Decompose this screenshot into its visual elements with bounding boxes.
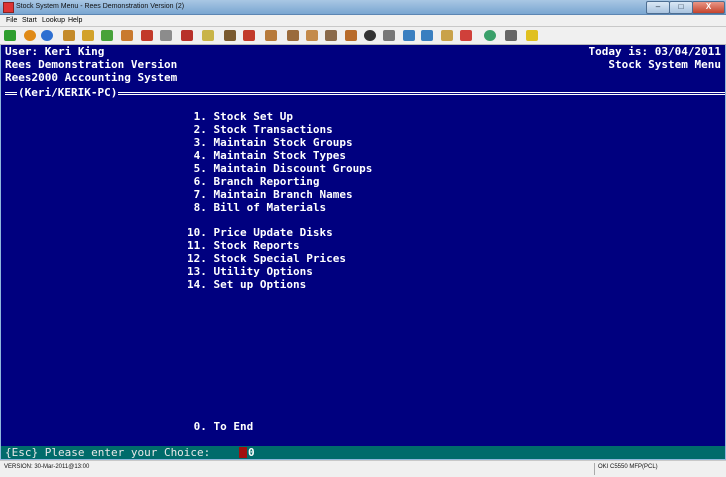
menu-option-3[interactable]: 3. Maintain Stock Groups: [187, 136, 353, 149]
version-label: Rees Demonstration Version: [5, 58, 178, 71]
menu-start[interactable]: Start: [22, 15, 37, 26]
session-label: (Keri/KERIK-PC): [17, 86, 119, 99]
window-title-bar[interactable]: Stock System Menu - Rees Demonstration V…: [0, 0, 726, 15]
menu-option-11[interactable]: 11. Stock Reports: [187, 239, 300, 252]
globe-icon[interactable]: [484, 30, 496, 41]
menu-option-2[interactable]: 2. Stock Transactions: [187, 123, 333, 136]
choice-prompt[interactable]: {Esc} Please enter your Choice: 0: [1, 446, 725, 459]
info-icon[interactable]: [41, 30, 53, 41]
version-status: VERSION: 30-Mar-2011@13:00: [4, 464, 90, 470]
disc-icon[interactable]: [364, 30, 376, 41]
menu-lookup[interactable]: Lookup: [42, 15, 65, 26]
menu-title: Stock System Menu: [608, 58, 721, 71]
menu-option-4[interactable]: 4. Maintain Stock Types: [187, 149, 346, 162]
person-stop-icon[interactable]: [141, 30, 153, 41]
date-label: Today is: 03/04/2011: [588, 45, 721, 58]
leaf-icon[interactable]: [101, 30, 113, 41]
window-title: Stock System Menu - Rees Demonstration V…: [16, 3, 185, 10]
prompt-label: {Esc} Please enter your Choice:: [5, 446, 211, 459]
menu-option-8[interactable]: 8. Bill of Materials: [187, 201, 326, 214]
pencil-icon[interactable]: [82, 30, 94, 41]
text-cursor: [239, 447, 247, 458]
terminal-screen: User: Keri King Today is: 03/04/2011 Ree…: [1, 45, 725, 446]
printer-icon[interactable]: [505, 30, 517, 41]
menu-option-1[interactable]: 1. Stock Set Up: [187, 110, 293, 123]
box-icon[interactable]: [265, 30, 277, 41]
pen-icon[interactable]: [526, 30, 538, 41]
tag-icon[interactable]: [345, 30, 357, 41]
help-icon[interactable]: [24, 30, 36, 41]
printer-status: OKI C5550 MFP(PCL): [598, 464, 658, 470]
minimize-button[interactable]: –: [646, 1, 670, 14]
back-arrow-icon[interactable]: [4, 30, 16, 41]
toolbar: [0, 27, 726, 45]
menu-bar: File Start Lookup Help: [0, 15, 726, 27]
menu-option-14[interactable]: 14. Set up Options: [187, 278, 306, 291]
calendar-icon[interactable]: [63, 30, 75, 41]
close-button[interactable]: X: [692, 1, 725, 14]
wrench-icon[interactable]: [383, 30, 395, 41]
menu-option-12[interactable]: 12. Stock Special Prices: [187, 252, 346, 265]
delivery-icon[interactable]: [287, 30, 299, 41]
menu-option-5[interactable]: 5. Maintain Discount Groups: [187, 162, 373, 175]
menu-file[interactable]: File: [6, 15, 17, 26]
paper-search-icon[interactable]: [160, 30, 172, 41]
menu-option-7[interactable]: 7. Maintain Branch Names: [187, 188, 353, 201]
menu-option-13[interactable]: 13. Utility Options: [187, 265, 313, 278]
menu-option-10[interactable]: 10. Price Update Disks: [187, 226, 333, 239]
document-icon[interactable]: [202, 30, 214, 41]
status-separator: [594, 463, 595, 475]
chart-icon[interactable]: [403, 30, 415, 41]
app-icon: [3, 2, 14, 13]
maximize-button[interactable]: □: [669, 1, 693, 14]
status-bar: VERSION: 30-Mar-2011@13:00 OKI C5550 MFP…: [0, 460, 726, 477]
filter-icon[interactable]: [421, 30, 433, 41]
parcel-icon[interactable]: [306, 30, 318, 41]
people-icon[interactable]: [224, 30, 236, 41]
menu-option-6[interactable]: 6. Branch Reporting: [187, 175, 320, 188]
user-label: User: Keri King: [5, 45, 105, 58]
menu-help[interactable]: Help: [68, 15, 82, 26]
truck-icon[interactable]: [243, 30, 255, 41]
menu-option-0[interactable]: 0. To End: [187, 420, 254, 433]
phone-icon[interactable]: [460, 30, 472, 41]
broom-icon[interactable]: [441, 30, 453, 41]
person-icon[interactable]: [121, 30, 133, 41]
system-name: Rees2000 Accounting System: [5, 71, 178, 84]
book-icon[interactable]: [181, 30, 193, 41]
tools-icon[interactable]: [325, 30, 337, 41]
choice-input[interactable]: 0: [248, 446, 255, 459]
